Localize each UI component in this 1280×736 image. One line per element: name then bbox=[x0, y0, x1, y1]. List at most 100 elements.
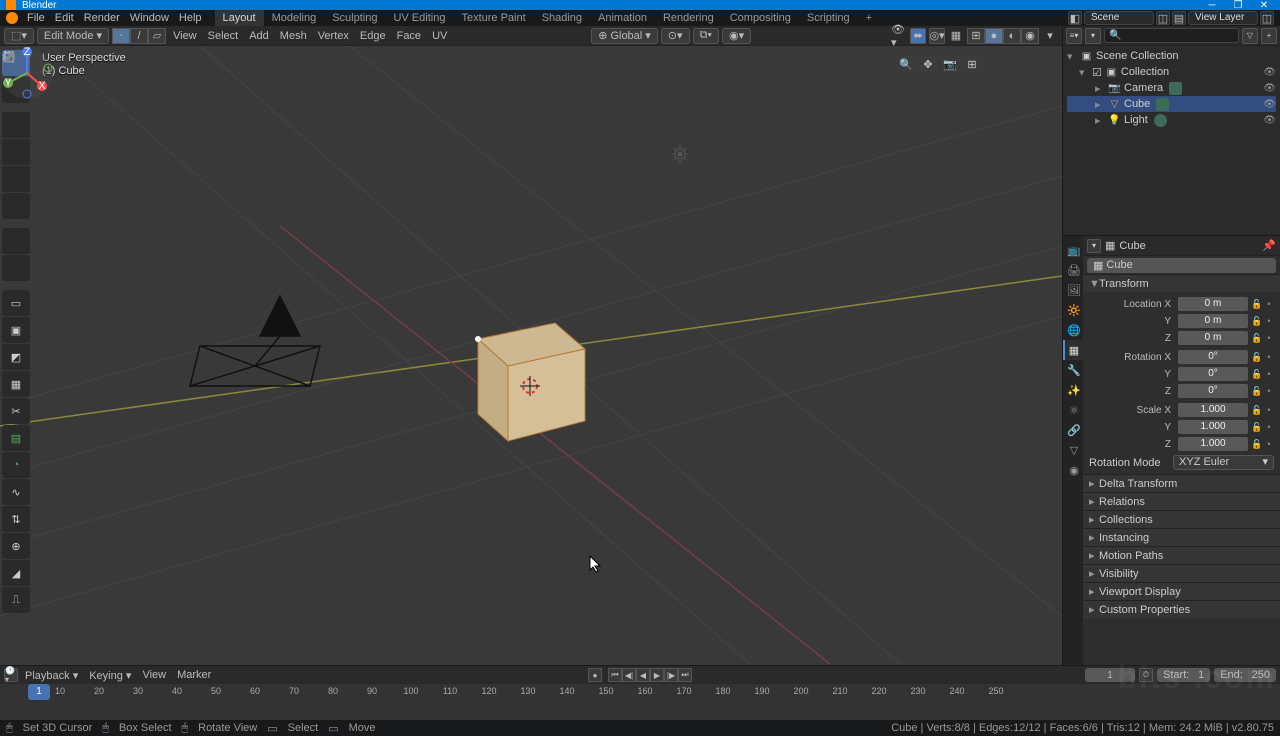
scale-z-field[interactable]: 1.000 bbox=[1178, 437, 1248, 451]
lock-icon[interactable]: 🔓 bbox=[1251, 422, 1261, 433]
autokey-button[interactable]: ● bbox=[588, 668, 602, 682]
panel-collections[interactable]: ▸Collections bbox=[1083, 511, 1280, 528]
tab-animation[interactable]: Animation bbox=[590, 10, 655, 26]
location-z-field[interactable]: 0 m bbox=[1178, 331, 1248, 345]
outliner-search[interactable]: 🔍 bbox=[1104, 28, 1239, 43]
tool-measure[interactable] bbox=[2, 255, 30, 281]
panel-instancing[interactable]: ▸Instancing bbox=[1083, 529, 1280, 546]
vertex-select-button[interactable]: ⋅ bbox=[112, 28, 130, 44]
proptab-viewlayer[interactable]: 🖼 bbox=[1063, 280, 1083, 300]
tab-add[interactable]: + bbox=[858, 10, 880, 26]
tab-modeling[interactable]: Modeling bbox=[264, 10, 325, 26]
tab-compositing[interactable]: Compositing bbox=[722, 10, 799, 26]
rotation-z-field[interactable]: 0° bbox=[1178, 384, 1248, 398]
gizmo-visibility-button[interactable]: 👁▾ bbox=[891, 28, 907, 44]
proptab-particles[interactable]: ✨ bbox=[1063, 380, 1083, 400]
propedit-dropdown[interactable]: ◉▾ bbox=[722, 28, 751, 44]
current-frame-field[interactable]: 1 bbox=[1085, 668, 1135, 682]
zoom-button[interactable]: 🔍 bbox=[896, 54, 916, 74]
camera-view-button[interactable]: 📷 bbox=[940, 54, 960, 74]
visibility-icon[interactable]: 👁 bbox=[1263, 115, 1276, 126]
properties-editor-dropdown[interactable]: ▾ bbox=[1087, 239, 1101, 253]
maximize-button[interactable]: ❐ bbox=[1228, 0, 1248, 10]
rotation-mode-dropdown[interactable]: XYZ Euler▾ bbox=[1173, 455, 1274, 470]
lock-icon[interactable]: 🔓 bbox=[1251, 386, 1261, 397]
panel-transform-header[interactable]: ▼Transform bbox=[1083, 275, 1280, 292]
outliner-scene-collection[interactable]: ▾▣Scene Collection bbox=[1067, 48, 1276, 64]
outliner-item-cube[interactable]: ▸▽Cube👁 bbox=[1067, 96, 1276, 112]
tab-scripting[interactable]: Scripting bbox=[799, 10, 858, 26]
pin-icon[interactable]: 📌 bbox=[1262, 239, 1276, 252]
play-reverse-button[interactable]: ◀ bbox=[636, 668, 650, 682]
lock-icon[interactable]: 🔓 bbox=[1251, 405, 1261, 416]
tool-smooth[interactable]: ∿ bbox=[2, 479, 30, 505]
view3d-menu-vertex[interactable]: Vertex bbox=[314, 30, 353, 42]
panel-relations[interactable]: ▸Relations bbox=[1083, 493, 1280, 510]
menu-file[interactable]: File bbox=[22, 12, 50, 24]
proptab-material[interactable]: ◉ bbox=[1063, 460, 1083, 480]
rotation-x-field[interactable]: 0° bbox=[1178, 350, 1248, 364]
lock-icon[interactable]: 🔓 bbox=[1251, 352, 1261, 363]
wireframe-shading-button[interactable]: ⊞ bbox=[967, 28, 985, 44]
tool-polybuild[interactable]: ▤ bbox=[2, 425, 30, 451]
tool-inset[interactable]: ▣ bbox=[2, 317, 30, 343]
tool-rotate[interactable] bbox=[2, 139, 30, 165]
outliner-item-camera[interactable]: ▸📷Camera👁 bbox=[1067, 80, 1276, 96]
outliner-filter-button[interactable]: ▽ bbox=[1242, 28, 1258, 44]
tool-edgeslide[interactable]: ⇅ bbox=[2, 506, 30, 532]
rotation-y-field[interactable]: 0° bbox=[1178, 367, 1248, 381]
proptab-object[interactable]: ▦ bbox=[1063, 340, 1083, 360]
tool-bevel[interactable]: ◩ bbox=[2, 344, 30, 370]
play-button[interactable]: ▶ bbox=[650, 668, 664, 682]
timeline-ruler[interactable]: 1 10203040506070809010011012013014015016… bbox=[0, 684, 1280, 720]
preview-range-button[interactable]: ⏱ bbox=[1139, 668, 1153, 682]
tool-shear[interactable]: ◢ bbox=[2, 560, 30, 586]
proptab-constraint[interactable]: 🔗 bbox=[1063, 420, 1083, 440]
object-name-field[interactable]: ▦Cube bbox=[1087, 258, 1276, 273]
face-select-button[interactable]: ▱ bbox=[148, 28, 166, 44]
proptab-modifier[interactable]: 🔧 bbox=[1063, 360, 1083, 380]
lock-icon[interactable]: 🔓 bbox=[1251, 316, 1261, 327]
timeline-menu-playback[interactable]: Playback ▾ bbox=[21, 669, 82, 682]
tool-shrink[interactable]: ⊕ bbox=[2, 533, 30, 559]
tool-rip[interactable]: ⎍ bbox=[2, 587, 30, 613]
tool-spin[interactable]: ◔ bbox=[2, 452, 30, 478]
menu-edit[interactable]: Edit bbox=[50, 12, 79, 24]
pivot-dropdown[interactable]: ⊙▾ bbox=[661, 28, 690, 44]
playhead[interactable]: 1 bbox=[28, 684, 50, 700]
view3d-menu-uv[interactable]: UV bbox=[428, 30, 451, 42]
orientation-dropdown[interactable]: ⊕ Global ▾ bbox=[591, 28, 658, 44]
viewlayer-new-button[interactable]: ◫ bbox=[1260, 11, 1274, 25]
tool-loopcut[interactable]: ▦ bbox=[2, 371, 30, 397]
proptab-output[interactable]: 🖨 bbox=[1063, 260, 1083, 280]
pan-button[interactable]: ✥ bbox=[918, 54, 938, 74]
outliner-collection[interactable]: ▾☑▣Collection👁 bbox=[1067, 64, 1276, 80]
tool-transform[interactable] bbox=[2, 193, 30, 219]
lock-icon[interactable]: 🔓 bbox=[1251, 369, 1261, 380]
proptab-render[interactable]: 📺 bbox=[1063, 240, 1083, 260]
tab-sculpting[interactable]: Sculpting bbox=[324, 10, 385, 26]
solid-shading-button[interactable]: ● bbox=[985, 28, 1003, 44]
location-x-field[interactable]: 0 m bbox=[1178, 297, 1248, 311]
shading-options-button[interactable]: ▾ bbox=[1042, 28, 1058, 44]
proptab-physics[interactable]: ⚛ bbox=[1063, 400, 1083, 420]
visibility-icon[interactable]: 👁 bbox=[1263, 99, 1276, 110]
outliner-new-collection-button[interactable]: + bbox=[1261, 28, 1277, 44]
jump-end-button[interactable]: ⏭ bbox=[678, 668, 692, 682]
viewlayer-icon[interactable]: ▤ bbox=[1172, 11, 1186, 25]
persp-ortho-button[interactable]: ⊞ bbox=[962, 54, 982, 74]
viewlayer-field[interactable]: View Layer bbox=[1188, 11, 1258, 25]
menu-render[interactable]: Render bbox=[79, 12, 125, 24]
editor-type-dropdown[interactable]: ⬚▾ bbox=[4, 28, 34, 44]
tab-texturepaint[interactable]: Texture Paint bbox=[453, 10, 533, 26]
view3d-viewport[interactable]: User Perspective (1) Cube ▭ ▣ ◩ ▦ bbox=[0, 46, 1062, 665]
proptab-world[interactable]: 🌐 bbox=[1063, 320, 1083, 340]
tool-annotate[interactable] bbox=[2, 228, 30, 254]
menu-help[interactable]: Help bbox=[174, 12, 207, 24]
blender-icon[interactable] bbox=[6, 12, 18, 24]
proptab-scene[interactable]: 🔆 bbox=[1063, 300, 1083, 320]
location-y-field[interactable]: 0 m bbox=[1178, 314, 1248, 328]
tab-uvediting[interactable]: UV Editing bbox=[385, 10, 453, 26]
tab-shading[interactable]: Shading bbox=[534, 10, 590, 26]
view3d-menu-add[interactable]: Add bbox=[245, 30, 273, 42]
